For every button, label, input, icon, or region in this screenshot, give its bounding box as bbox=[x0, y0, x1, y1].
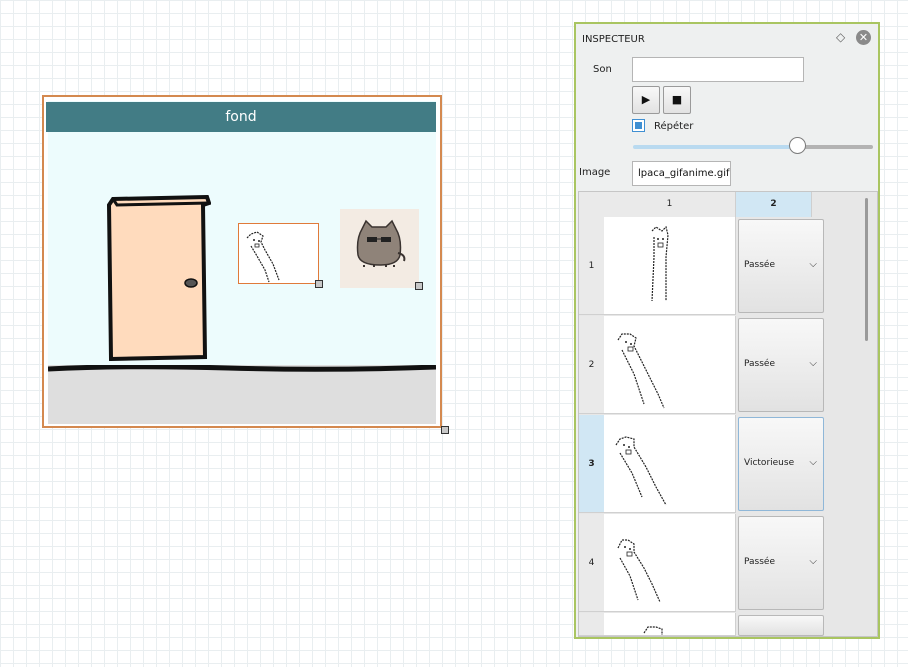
column-header-2[interactable]: 2 bbox=[736, 192, 812, 217]
son-input[interactable] bbox=[632, 57, 804, 82]
cat-sprite[interactable] bbox=[340, 209, 419, 288]
state-cell-3: Victorieuse ⌵ bbox=[736, 415, 861, 513]
table-row bbox=[579, 613, 861, 636]
state-value-3: Victorieuse bbox=[744, 458, 795, 468]
table-row: 2 Passée ⌵ bbox=[579, 316, 861, 414]
row-header-3[interactable]: 3 bbox=[579, 415, 604, 513]
frame-cell-4[interactable] bbox=[604, 514, 736, 612]
cat-resize-handle[interactable] bbox=[415, 282, 423, 290]
table-corner bbox=[579, 192, 604, 217]
volume-slider-track[interactable] bbox=[797, 145, 873, 149]
table-row: 4 Passée ⌵ bbox=[579, 514, 861, 612]
alpaca-frame-icon bbox=[651, 225, 669, 302]
state-value-4: Passée bbox=[744, 557, 775, 567]
alpaca-frame-icon bbox=[643, 626, 663, 635]
table-row: 3 Victorieuse ⌵ bbox=[579, 415, 861, 513]
scene-floor bbox=[48, 365, 436, 424]
scene-resize-handle[interactable] bbox=[441, 426, 449, 434]
play-button[interactable]: ▶ bbox=[632, 86, 660, 114]
repeat-checkbox[interactable] bbox=[632, 119, 645, 132]
chevron-down-icon: ⌵ bbox=[809, 259, 817, 270]
scene-title: fond bbox=[46, 102, 436, 132]
state-cell-4: Passée ⌵ bbox=[736, 514, 861, 612]
image-label: Image bbox=[579, 167, 611, 178]
inspector-title: INSPECTEUR bbox=[582, 34, 645, 45]
state-cell-5 bbox=[736, 613, 861, 636]
close-icon[interactable]: ✕ bbox=[856, 30, 871, 45]
scene-canvas[interactable]: fond bbox=[42, 95, 442, 428]
alpaca-resize-handle[interactable] bbox=[315, 280, 323, 288]
row-header-1[interactable]: 1 bbox=[579, 217, 604, 315]
repeat-label: Répéter bbox=[654, 121, 694, 132]
row-header-5[interactable] bbox=[579, 613, 604, 636]
alpaca-frame-icon bbox=[617, 333, 665, 409]
son-label: Son bbox=[593, 64, 612, 75]
alpaca-frame-icon bbox=[615, 436, 667, 506]
state-value-2: Passée bbox=[744, 359, 775, 369]
volume-slider-knob[interactable] bbox=[789, 137, 806, 154]
alpaca-sprite[interactable] bbox=[238, 223, 319, 284]
state-select-3[interactable]: Victorieuse ⌵ bbox=[738, 417, 824, 511]
state-select-1[interactable]: Passée ⌵ bbox=[738, 219, 824, 313]
chevron-down-icon: ⌵ bbox=[809, 457, 817, 468]
inspector-panel: INSPECTEUR ◇ ✕ Son ▶ ■ Répéter Image lpa… bbox=[574, 22, 880, 639]
frame-cell-1[interactable] bbox=[604, 217, 736, 315]
chevron-down-icon: ⌵ bbox=[809, 358, 817, 369]
frame-cell-2[interactable] bbox=[604, 316, 736, 414]
frame-table: 1 2 1 Passée ⌵ 2 Passée ⌵ 3 Victorieuse … bbox=[578, 191, 878, 637]
stop-button[interactable]: ■ bbox=[663, 86, 691, 114]
row-header-2[interactable]: 2 bbox=[579, 316, 604, 414]
play-icon: ▶ bbox=[641, 93, 651, 106]
pusheen-cat-icon bbox=[356, 219, 406, 267]
diamond-icon[interactable]: ◇ bbox=[836, 30, 845, 44]
table-row: 1 Passée ⌵ bbox=[579, 217, 861, 315]
column-header-1[interactable]: 1 bbox=[604, 192, 736, 217]
state-select-4[interactable]: Passée ⌵ bbox=[738, 516, 824, 610]
image-field[interactable]: lpaca_gifanime.gif bbox=[632, 161, 731, 186]
chevron-down-icon: ⌵ bbox=[809, 556, 817, 567]
row-header-4[interactable]: 4 bbox=[579, 514, 604, 612]
state-select-5[interactable] bbox=[738, 615, 824, 636]
door-sprite[interactable] bbox=[107, 195, 211, 361]
frame-cell-3[interactable] bbox=[604, 415, 736, 513]
floor-line bbox=[48, 365, 436, 372]
state-value-1: Passée bbox=[744, 260, 775, 270]
state-cell-1: Passée ⌵ bbox=[736, 217, 861, 315]
frame-cell-5[interactable] bbox=[604, 613, 736, 636]
state-cell-2: Passée ⌵ bbox=[736, 316, 861, 414]
table-scrollbar[interactable] bbox=[865, 198, 868, 341]
volume-slider-fill[interactable] bbox=[633, 145, 797, 149]
alpaca-frame-icon bbox=[617, 539, 661, 603]
stop-icon: ■ bbox=[671, 93, 683, 106]
alpaca-icon bbox=[246, 231, 280, 283]
state-select-2[interactable]: Passée ⌵ bbox=[738, 318, 824, 412]
